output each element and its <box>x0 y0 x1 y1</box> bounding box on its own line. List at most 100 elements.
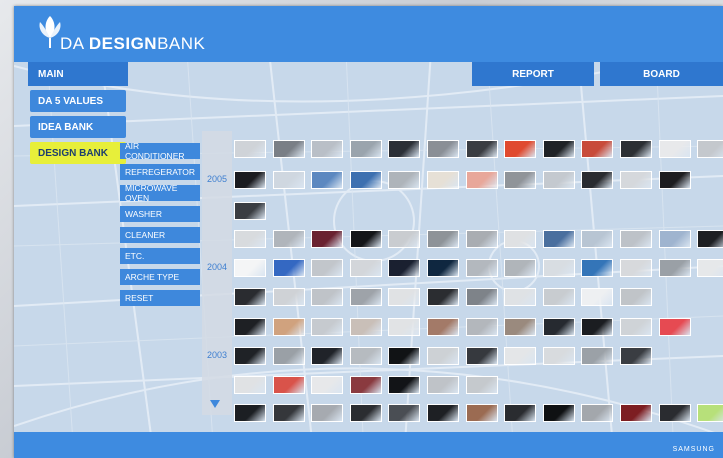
nav-board[interactable]: BOARD <box>600 62 723 86</box>
product-thumbnail[interactable] <box>234 202 266 220</box>
product-thumbnail[interactable] <box>465 230 498 248</box>
product-thumbnail[interactable] <box>388 259 421 277</box>
product-thumbnail[interactable] <box>542 404 575 422</box>
product-thumbnail[interactable] <box>427 140 459 158</box>
product-thumbnail[interactable] <box>388 140 421 158</box>
category-washer[interactable]: WASHER <box>120 206 200 222</box>
product-thumbnail[interactable] <box>542 259 575 277</box>
product-thumbnail[interactable] <box>234 347 266 365</box>
nav-main[interactable]: MAIN <box>28 62 128 86</box>
product-thumbnail[interactable] <box>542 140 575 158</box>
product-thumbnail[interactable] <box>697 259 723 277</box>
product-thumbnail[interactable] <box>234 376 266 394</box>
product-thumbnail[interactable] <box>581 318 614 336</box>
product-thumbnail[interactable] <box>504 230 537 248</box>
product-thumbnail[interactable] <box>658 140 691 158</box>
nav-report[interactable]: REPORT <box>472 62 594 86</box>
product-thumbnail[interactable] <box>620 288 652 306</box>
nav-idea-bank[interactable]: IDEA BANK <box>30 116 126 138</box>
product-thumbnail[interactable] <box>658 171 691 189</box>
product-thumbnail[interactable] <box>427 404 459 422</box>
product-thumbnail[interactable] <box>349 318 382 336</box>
product-thumbnail[interactable] <box>311 171 344 189</box>
product-thumbnail[interactable] <box>349 288 382 306</box>
product-thumbnail[interactable] <box>234 288 266 306</box>
product-thumbnail[interactable] <box>234 140 266 158</box>
product-thumbnail[interactable] <box>234 171 266 189</box>
year-2004[interactable]: 2004 <box>207 262 227 272</box>
category-cleaner[interactable]: CLEANER <box>120 227 200 243</box>
product-thumbnail[interactable] <box>542 288 575 306</box>
product-thumbnail[interactable] <box>349 259 382 277</box>
product-thumbnail[interactable] <box>349 347 382 365</box>
product-thumbnail[interactable] <box>272 318 305 336</box>
product-thumbnail[interactable] <box>581 404 614 422</box>
product-thumbnail[interactable] <box>427 230 459 248</box>
product-thumbnail[interactable] <box>504 288 537 306</box>
product-thumbnail[interactable] <box>620 318 652 336</box>
nav-design-bank[interactable]: DESIGN BANK <box>30 142 126 164</box>
product-thumbnail[interactable] <box>234 404 266 422</box>
product-thumbnail[interactable] <box>388 171 421 189</box>
product-thumbnail[interactable] <box>311 347 344 365</box>
product-thumbnail[interactable] <box>620 140 652 158</box>
product-thumbnail[interactable] <box>311 318 344 336</box>
year-2005[interactable]: 2005 <box>207 174 227 184</box>
product-thumbnail[interactable] <box>542 230 575 248</box>
product-thumbnail[interactable] <box>620 230 652 248</box>
product-thumbnail[interactable] <box>697 230 723 248</box>
product-thumbnail[interactable] <box>542 171 575 189</box>
product-thumbnail[interactable] <box>349 171 382 189</box>
product-thumbnail[interactable] <box>272 140 305 158</box>
product-thumbnail[interactable] <box>697 404 723 422</box>
product-thumbnail[interactable] <box>581 288 614 306</box>
product-thumbnail[interactable] <box>234 230 266 248</box>
category-arche-type[interactable]: ARCHE TYPE <box>120 269 200 285</box>
product-thumbnail[interactable] <box>349 376 382 394</box>
product-thumbnail[interactable] <box>465 288 498 306</box>
product-thumbnail[interactable] <box>311 140 344 158</box>
product-thumbnail[interactable] <box>427 288 459 306</box>
category-etc[interactable]: ETC. <box>120 248 200 264</box>
category-microwave-oven[interactable]: MICROWAVE OVEN <box>120 183 200 203</box>
product-thumbnail[interactable] <box>311 259 344 277</box>
product-thumbnail[interactable] <box>272 230 305 248</box>
product-thumbnail[interactable] <box>234 318 266 336</box>
product-thumbnail[interactable] <box>311 376 344 394</box>
product-thumbnail[interactable] <box>620 404 652 422</box>
product-thumbnail[interactable] <box>581 259 614 277</box>
scroll-down-arrow-icon[interactable] <box>210 400 220 408</box>
product-thumbnail[interactable] <box>504 347 537 365</box>
product-thumbnail[interactable] <box>581 171 614 189</box>
product-thumbnail[interactable] <box>465 140 498 158</box>
product-thumbnail[interactable] <box>272 171 305 189</box>
product-thumbnail[interactable] <box>388 230 421 248</box>
product-thumbnail[interactable] <box>427 318 459 336</box>
product-thumbnail[interactable] <box>504 140 537 158</box>
product-thumbnail[interactable] <box>581 347 614 365</box>
product-thumbnail[interactable] <box>504 171 537 189</box>
category-reset[interactable]: RESET <box>120 290 200 306</box>
product-thumbnail[interactable] <box>272 288 305 306</box>
product-thumbnail[interactable] <box>272 347 305 365</box>
nav-da-5-values[interactable]: DA 5 VALUES <box>30 90 126 112</box>
product-thumbnail[interactable] <box>388 376 421 394</box>
product-thumbnail[interactable] <box>349 140 382 158</box>
product-thumbnail[interactable] <box>388 318 421 336</box>
product-thumbnail[interactable] <box>465 318 498 336</box>
year-2003[interactable]: 2003 <box>207 350 227 360</box>
category-air-conditioner[interactable]: AIR CONDITIONER <box>120 141 200 161</box>
product-thumbnail[interactable] <box>427 259 459 277</box>
product-thumbnail[interactable] <box>620 171 652 189</box>
product-thumbnail[interactable] <box>658 318 691 336</box>
product-thumbnail[interactable] <box>620 259 652 277</box>
product-thumbnail[interactable] <box>504 404 537 422</box>
product-thumbnail[interactable] <box>427 347 459 365</box>
product-thumbnail[interactable] <box>388 404 421 422</box>
product-thumbnail[interactable] <box>272 376 305 394</box>
product-thumbnail[interactable] <box>465 171 498 189</box>
product-thumbnail[interactable] <box>620 347 652 365</box>
product-thumbnail[interactable] <box>349 404 382 422</box>
product-thumbnail[interactable] <box>311 230 344 248</box>
product-thumbnail[interactable] <box>272 259 305 277</box>
